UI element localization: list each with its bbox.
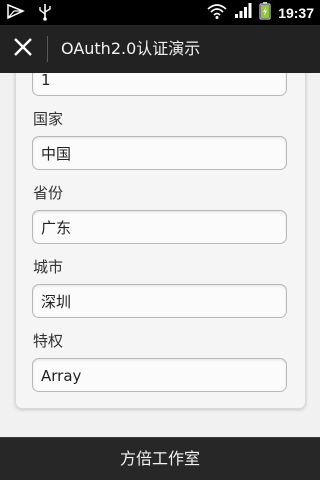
- label-city: 城市: [33, 258, 64, 276]
- profile-card: 1 国家 中国 省份 广东 城市 深圳 特权 Array: [15, 73, 306, 409]
- action-bar: OAuth2.0认证演示: [0, 25, 320, 73]
- footer-text: 方倍工作室: [119, 449, 200, 468]
- input-city[interactable]: 深圳: [32, 284, 287, 318]
- input-province[interactable]: 广东: [32, 210, 287, 244]
- action-bar-divider: [47, 36, 48, 62]
- page-title: OAuth2.0认证演示: [61, 39, 201, 58]
- close-icon: [13, 37, 33, 61]
- label-province: 省份: [33, 184, 64, 202]
- usb-icon: [38, 3, 52, 25]
- status-bar: 19:37: [0, 0, 320, 25]
- label-privilege: 特权: [33, 332, 64, 350]
- status-time: 19:37: [278, 4, 314, 21]
- notification-icon: [6, 3, 26, 25]
- signal-icon: [234, 2, 252, 23]
- wifi-icon: [207, 3, 227, 23]
- input-country[interactable]: 中国: [32, 136, 287, 170]
- battery-charging-icon: [259, 1, 271, 24]
- label-country: 国家: [33, 110, 64, 128]
- close-button[interactable]: [6, 32, 40, 66]
- content-area[interactable]: 1 国家 中国 省份 广东 城市 深圳 特权 Array: [0, 73, 320, 437]
- input-privilege[interactable]: Array: [32, 358, 287, 392]
- field-input-partial[interactable]: 1: [32, 73, 287, 96]
- footer-bar: 方倍工作室: [0, 437, 320, 480]
